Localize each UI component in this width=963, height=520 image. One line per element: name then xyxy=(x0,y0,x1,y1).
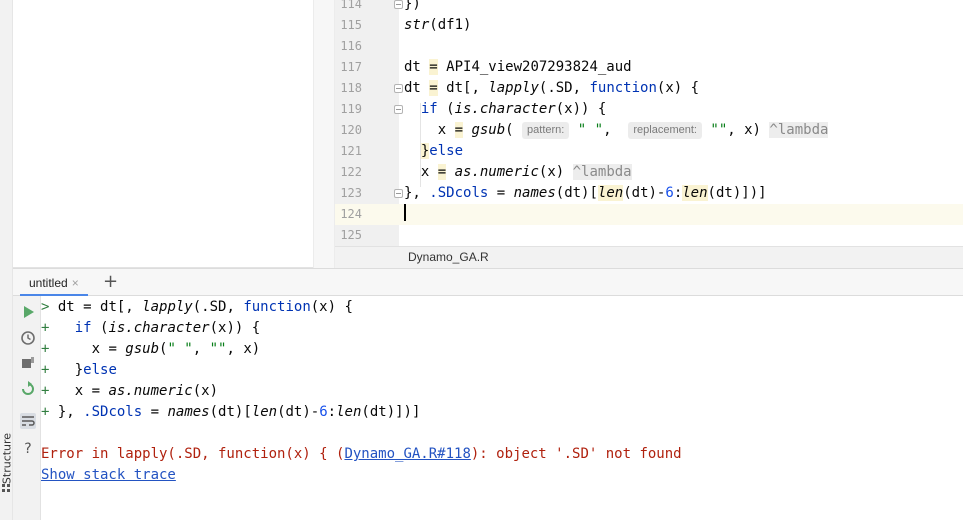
file-name-label[interactable]: Dynamo_GA.R xyxy=(408,250,489,264)
fold-marker-icon[interactable] xyxy=(394,84,403,93)
line-number: 114 xyxy=(340,0,362,11)
line-number: 124 xyxy=(340,207,362,221)
code-line[interactable]: 117 dt = API4_view207293824_aud xyxy=(335,57,963,78)
close-icon[interactable]: × xyxy=(72,276,79,290)
line-number: 120 xyxy=(340,123,362,137)
panel-scrollbar[interactable] xyxy=(313,0,335,268)
line-number: 119 xyxy=(340,102,362,116)
history-icon[interactable] xyxy=(20,330,36,346)
code-line[interactable]: 122 x = as.numeric(x) ^lambda xyxy=(335,162,963,183)
line-number: 125 xyxy=(340,228,362,242)
project-panel xyxy=(13,0,313,268)
code-line[interactable]: 125 xyxy=(335,225,963,246)
structure-tool-label[interactable]: Structure xyxy=(1,429,14,489)
console-input-line: + x = as.numeric(x) xyxy=(41,383,219,399)
lambda-hint: ^lambda xyxy=(769,122,829,138)
code-line[interactable]: 119 if (is.character(x)) { xyxy=(335,99,963,120)
code-text: dt = API4_view207293824_aud xyxy=(404,59,632,75)
stack-trace-line: Show stack trace xyxy=(41,465,176,486)
param-hint-pattern: pattern: xyxy=(522,122,570,139)
error-source-link[interactable]: Dynamo_GA.R#118 xyxy=(344,446,470,462)
line-number: 115 xyxy=(340,18,362,32)
code-editor[interactable]: 114 }) 115 str(df1) 116 117 dt = API4_vi… xyxy=(335,0,963,246)
code-line[interactable]: 115 str(df1) xyxy=(335,15,963,36)
code-text: if (is.character(x)) { xyxy=(420,101,607,117)
code-line[interactable]: 118 dt = dt[, lapply(.SD, function(x) { xyxy=(335,78,963,99)
text-caret xyxy=(404,204,406,225)
line-number: 117 xyxy=(340,60,362,74)
console-toolbar: ? xyxy=(13,296,41,520)
console-input-line: + }, .SDcols = names(dt)[len(dt)-6:len(d… xyxy=(41,404,421,420)
param-hint-replacement: replacement: xyxy=(628,122,702,139)
console-output[interactable]: > dt = dt[, lapply(.SD, function(x) { + … xyxy=(41,296,963,520)
line-number: 121 xyxy=(340,144,362,158)
fold-marker-icon[interactable] xyxy=(394,0,403,9)
code-line[interactable]: 121 }else xyxy=(335,141,963,162)
error-message: Error in lapply(.SD, function(x) { (Dyna… xyxy=(41,446,682,462)
console-tab-bar: untitled × + xyxy=(13,268,963,296)
code-text: x = gsub( pattern: " ", replacement: "",… xyxy=(404,122,829,139)
line-number: 116 xyxy=(340,39,362,53)
lambda-hint: ^lambda xyxy=(572,164,632,180)
help-icon[interactable]: ? xyxy=(20,441,36,457)
interrupt-icon[interactable] xyxy=(20,355,36,371)
code-line[interactable]: 116 xyxy=(335,36,963,57)
line-number: 122 xyxy=(340,165,362,179)
code-line[interactable]: 123 }, .SDcols = names(dt)[len(dt)-6:len… xyxy=(335,183,963,204)
tab-label: untitled xyxy=(29,276,68,290)
structure-icon[interactable] xyxy=(2,484,11,493)
console-input-line: + if (is.character(x)) { xyxy=(41,320,261,336)
code-text: }else xyxy=(420,143,464,159)
editor-breadcrumb-bar: Dynamo_GA.R xyxy=(335,246,963,268)
structure-tool-strip[interactable]: Structure xyxy=(0,0,14,520)
rerun-icon[interactable] xyxy=(20,381,36,397)
add-tab-button[interactable]: + xyxy=(103,271,118,293)
line-number: 123 xyxy=(340,186,362,200)
console-input-line: + x = gsub(" ", "", x) xyxy=(41,341,261,357)
run-icon[interactable] xyxy=(20,304,36,320)
code-line[interactable]: 114 }) xyxy=(335,0,963,15)
code-text: str(df1) xyxy=(404,17,472,33)
fold-marker-icon[interactable] xyxy=(394,189,403,198)
console-input-line: > dt = dt[, lapply(.SD, function(x) { xyxy=(41,299,353,315)
code-line-current[interactable]: 124 xyxy=(335,204,963,225)
code-text: }, .SDcols = names(dt)[len(dt)-6:len(dt)… xyxy=(404,185,767,201)
code-line[interactable]: 120 x = gsub( pattern: " ", replacement:… xyxy=(335,120,963,141)
code-text: dt = dt[, lapply(.SD, function(x) { xyxy=(404,80,700,96)
line-number: 118 xyxy=(340,81,362,95)
fold-marker-icon[interactable] xyxy=(394,105,403,114)
code-text: }) xyxy=(404,0,421,12)
code-text: x = as.numeric(x) ^lambda xyxy=(404,164,632,180)
tab-untitled[interactable]: untitled × xyxy=(20,269,88,296)
show-stack-trace-link[interactable]: Show stack trace xyxy=(41,467,176,483)
soft-wrap-icon[interactable] xyxy=(20,413,36,429)
console-input-line: + }else xyxy=(41,362,117,378)
